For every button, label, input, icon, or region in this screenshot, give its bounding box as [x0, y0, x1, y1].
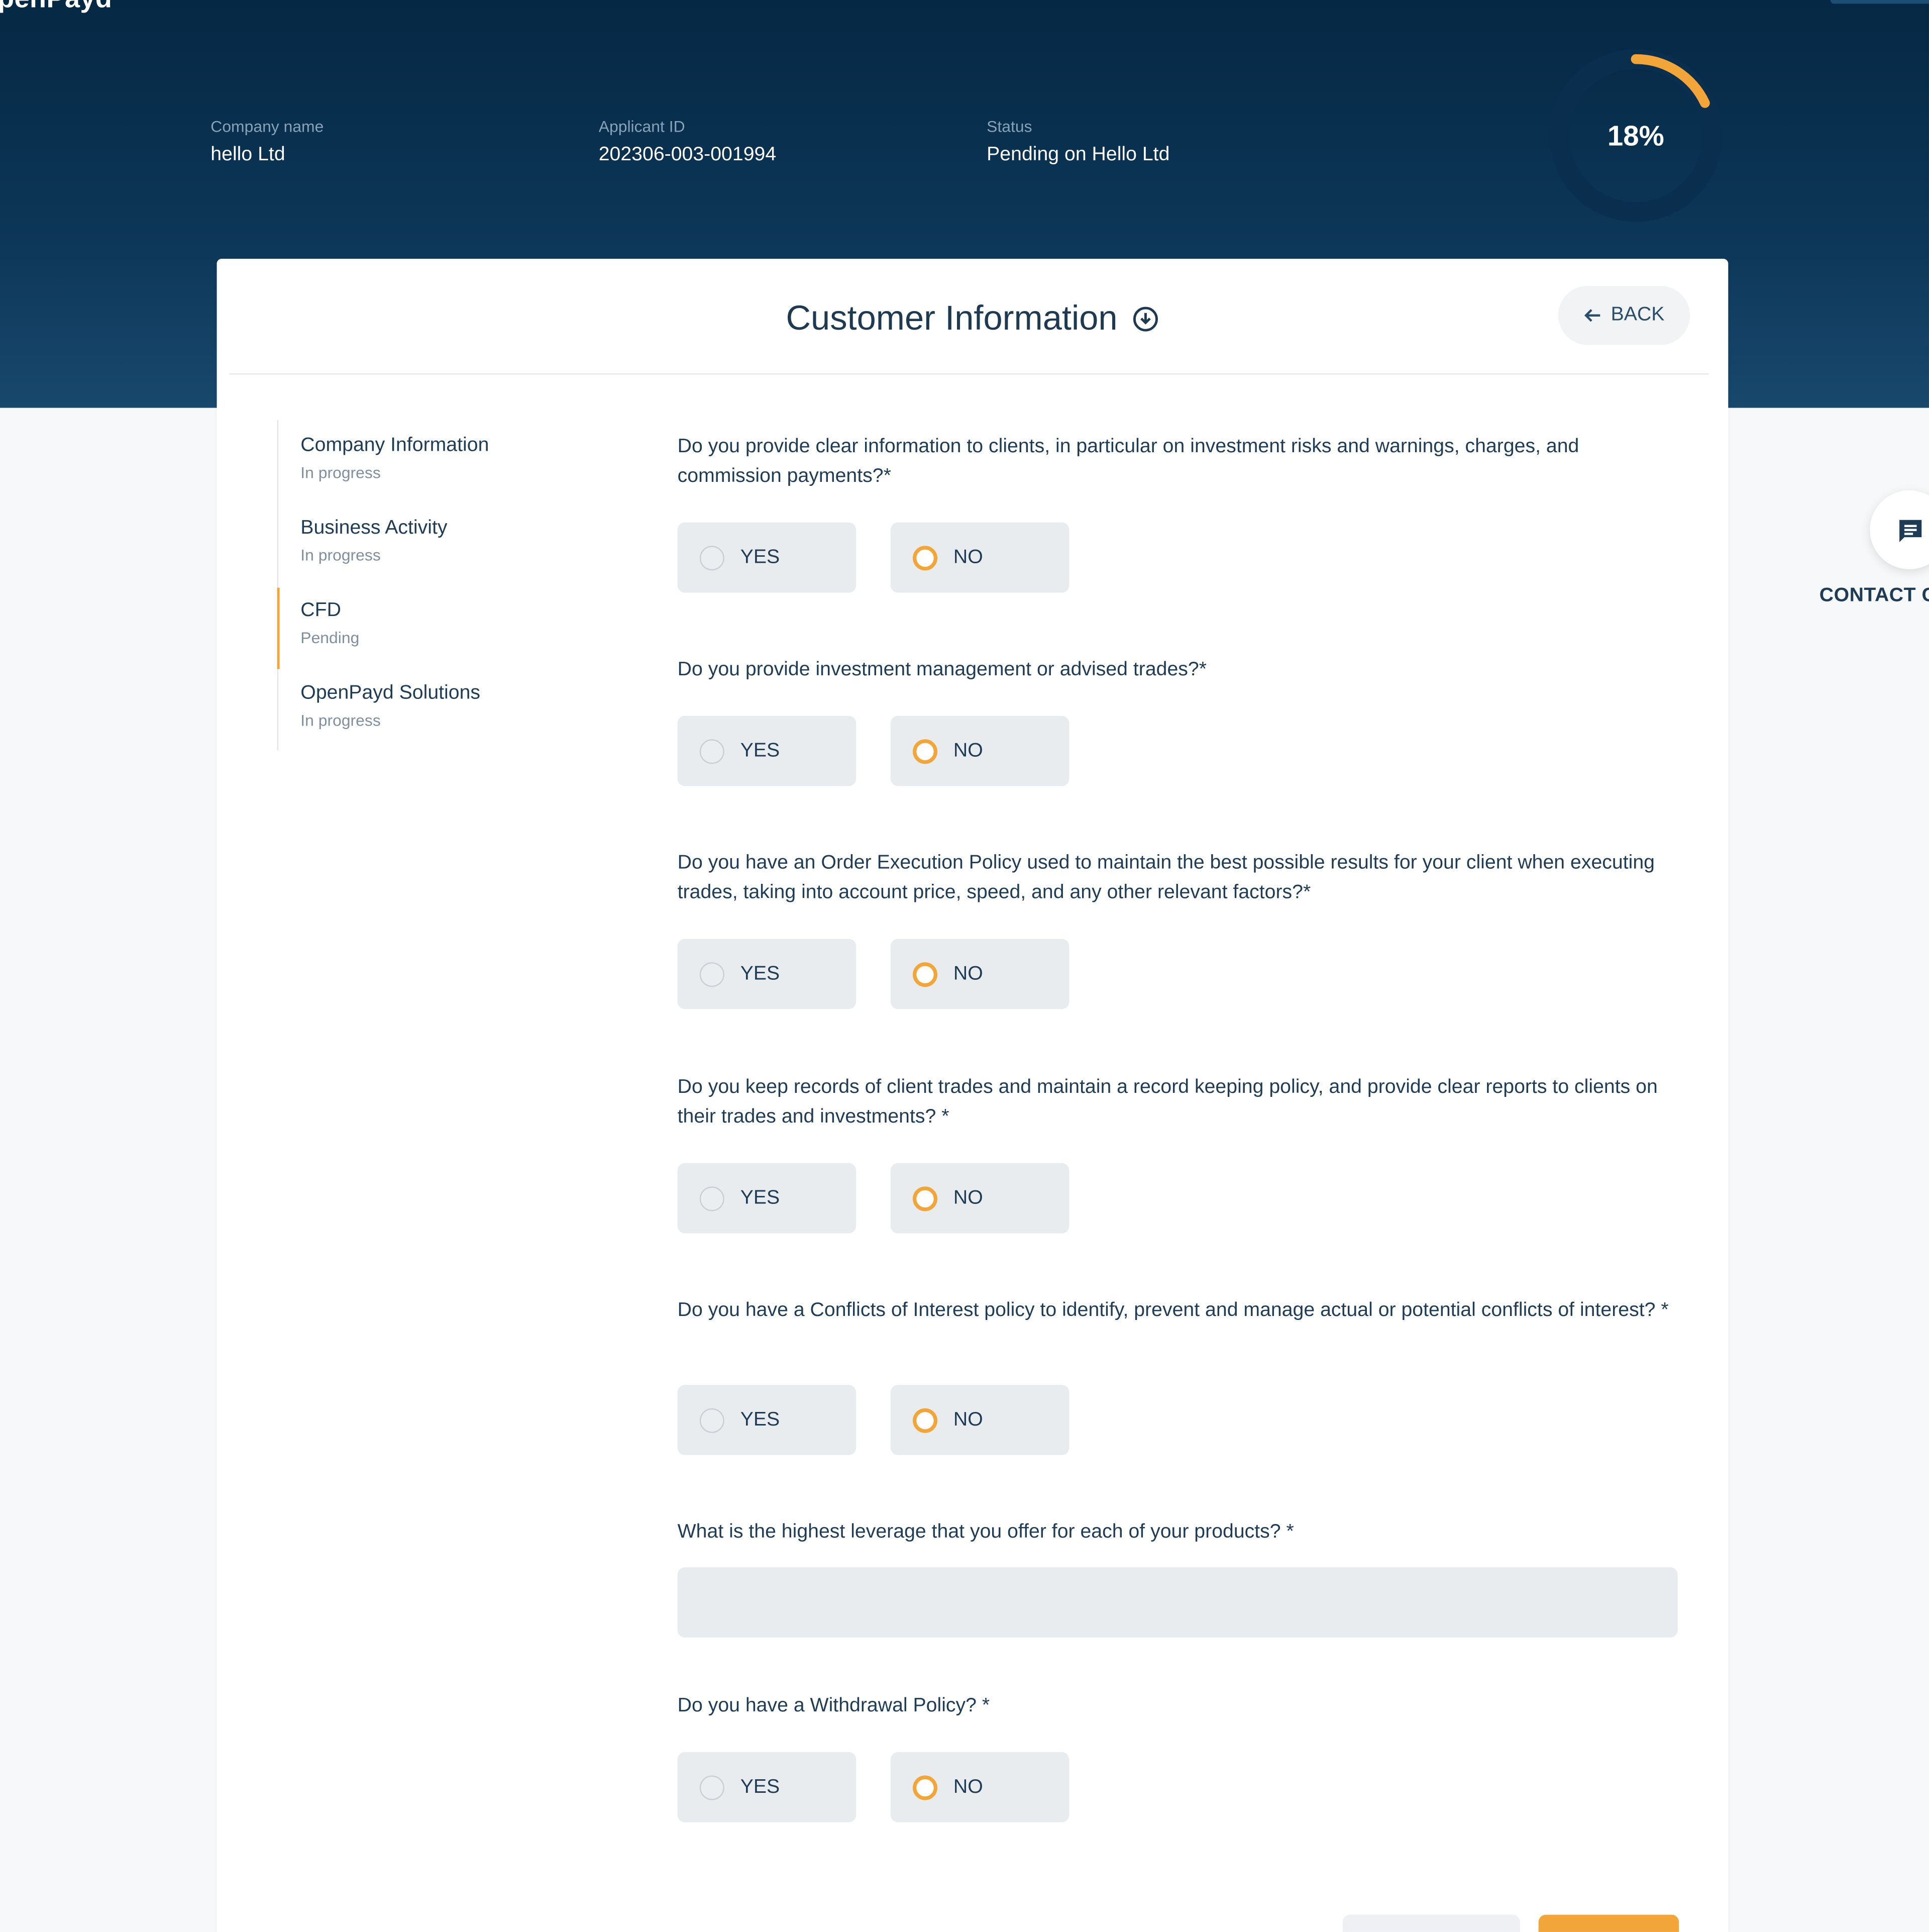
question-label: Do you keep records of client trades and…	[677, 1077, 1658, 1128]
option-label: NO	[953, 963, 983, 984]
option-label: NO	[953, 546, 983, 568]
option-label: NO	[953, 740, 983, 761]
applicant-value: 202306-003-001994	[598, 144, 777, 165]
question-label: Do you have a Conflicts of Interest poli…	[677, 1299, 1669, 1321]
step-title: Company Information	[300, 435, 489, 456]
card-divider	[229, 373, 1709, 375]
option-label: YES	[740, 963, 780, 984]
yes-option[interactable]: YES	[677, 1752, 856, 1822]
radio-button[interactable]	[913, 1186, 938, 1211]
step-title: OpenPayd Solutions	[300, 682, 481, 704]
no-option[interactable]: NO	[890, 522, 1069, 593]
back-button[interactable]: BACK	[1558, 285, 1690, 345]
yes-option[interactable]: YES	[677, 1163, 856, 1234]
step-status: Pending	[300, 628, 360, 647]
yes-no-group: YES NO	[677, 522, 1069, 593]
leverage-input[interactable]	[677, 1567, 1678, 1638]
question-label: Do you provide investment management or …	[677, 659, 1207, 680]
step-status: In progress	[300, 546, 381, 565]
chat-icon	[1899, 520, 1922, 542]
yes-option[interactable]: YES	[677, 1385, 856, 1455]
radio-button[interactable]	[913, 739, 938, 764]
company-meta: Company name hello Ltd	[210, 117, 324, 168]
no-option[interactable]: NO	[890, 716, 1069, 786]
previous-button[interactable]	[1342, 1914, 1520, 1932]
status-label: Status	[987, 117, 1032, 136]
arrow-left-icon	[1584, 309, 1600, 322]
progress-percentage: 18%	[1607, 119, 1664, 151]
step-cfd[interactable]: CFD Pending	[277, 585, 599, 669]
option-label: NO	[953, 1408, 983, 1430]
radio-button[interactable]	[699, 1407, 724, 1433]
step-business-activity[interactable]: Business Activity In progress	[278, 502, 599, 585]
page-title-text: Customer Information	[786, 298, 1118, 337]
step-navigation: Company Information In progress Business…	[277, 420, 599, 751]
option-label: YES	[740, 1187, 780, 1208]
applicant-meta: Applicant ID 202306-003-001994	[599, 117, 776, 168]
option-label: YES	[740, 1408, 780, 1430]
yes-option[interactable]: YES	[677, 939, 856, 1009]
radio-button[interactable]	[699, 1186, 724, 1211]
applicant-label: Applicant ID	[598, 117, 685, 136]
radio-button[interactable]	[913, 961, 938, 986]
step-status: In progress	[300, 463, 381, 482]
step-company-information[interactable]: Company Information In progress	[278, 420, 599, 502]
contact-label[interactable]: CONTACT C	[1819, 585, 1929, 607]
option-label: NO	[953, 1776, 983, 1797]
contact-button[interactable]	[1870, 490, 1929, 569]
no-option[interactable]: NO	[890, 939, 1069, 1009]
logo[interactable]: penPayd	[0, 0, 112, 15]
status-meta: Status Pending on Hello Ltd	[987, 117, 1169, 168]
question-label: Do you have a Withdrawal Policy? *	[677, 1695, 990, 1716]
option-label: YES	[740, 1776, 780, 1797]
radio-button[interactable]	[913, 1407, 938, 1433]
radio-button[interactable]	[913, 545, 938, 570]
radio-button[interactable]	[699, 1775, 724, 1800]
yes-no-group: YES NO	[677, 1163, 1069, 1234]
option-label: YES	[740, 740, 780, 761]
step-title: CFD	[300, 600, 341, 621]
radio-button[interactable]	[699, 739, 724, 764]
question-label: Do you have an Order Execution Policy us…	[677, 852, 1655, 903]
page-title: Customer Information	[217, 296, 1729, 340]
yes-no-group: YES NO	[677, 939, 1069, 1009]
radio-button[interactable]	[913, 1775, 938, 1800]
question-label: Do you provide clear information to clie…	[677, 436, 1579, 487]
yes-no-group: YES NO	[677, 716, 1069, 786]
no-option[interactable]: NO	[890, 1163, 1069, 1234]
yes-no-group: YES NO	[677, 1385, 1069, 1455]
back-button-label: BACK	[1611, 304, 1665, 326]
company-label: Company name	[210, 117, 324, 136]
status-value: Pending on Hello Ltd	[987, 144, 1170, 165]
next-button[interactable]	[1538, 1914, 1679, 1932]
step-title: Business Activity	[300, 517, 448, 539]
no-option[interactable]: NO	[890, 1385, 1069, 1455]
radio-button[interactable]	[699, 545, 724, 570]
question-label: What is the highest leverage that you of…	[677, 1521, 1294, 1543]
no-option[interactable]: NO	[890, 1752, 1069, 1822]
step-status: In progress	[300, 710, 381, 730]
company-value: hello Ltd	[210, 144, 285, 165]
header-corner-tab	[1830, 0, 1929, 4]
yes-option[interactable]: YES	[677, 522, 856, 593]
option-label: YES	[740, 546, 780, 568]
info-circle-icon[interactable]	[1132, 305, 1159, 332]
step-openpayd-solutions[interactable]: OpenPayd Solutions In progress	[278, 668, 599, 750]
yes-no-group: YES NO	[677, 1752, 1069, 1822]
yes-option[interactable]: YES	[677, 716, 856, 786]
radio-button[interactable]	[699, 961, 724, 986]
form-card: Customer Information BACK Company Inform…	[217, 258, 1729, 1932]
option-label: NO	[953, 1187, 983, 1208]
